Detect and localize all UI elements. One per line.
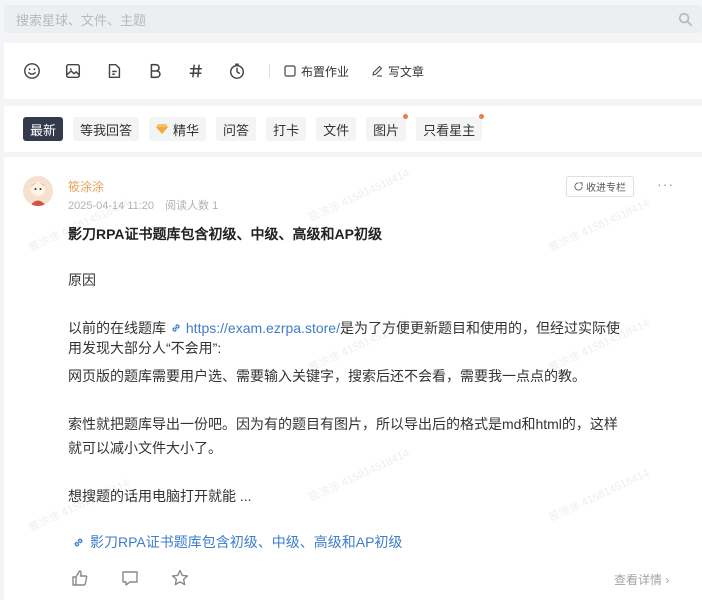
link-icon (74, 538, 83, 546)
post-composer-toolbar: 布置作业 写文章 (4, 43, 702, 99)
watermark: 筱涂涂 415814518414 (547, 197, 652, 255)
search-icon[interactable] (678, 12, 692, 26)
bold-icon[interactable] (145, 61, 165, 81)
pen-icon (372, 65, 383, 77)
toolbar-divider (269, 64, 270, 78)
post-paragraph: 网页版的题库需要用户选、需要输入关键字，搜索后还不会看，需要我一点点的教。 (68, 368, 586, 384)
exam-link[interactable]: https://exam.ezrpa.store/ (170, 320, 340, 336)
post-date: 2025-04-14 11:20 (68, 200, 155, 212)
link-icon (172, 324, 180, 332)
post-paragraph: 用发现大部分人“不会用”: (68, 340, 222, 356)
post-card: 筱涂涂 415814518414 筱涂涂 415814518414 筱涂涂 41… (4, 157, 702, 600)
gem-icon (156, 124, 169, 134)
collect-icon (574, 182, 583, 191)
post-paragraph: 以前的在线题库 https://exam.ezrpa.store/是为了方便更新… (68, 320, 620, 336)
collect-to-column-button[interactable]: 收进专栏 (566, 176, 634, 197)
new-dot (479, 114, 485, 119)
star-icon[interactable] (170, 568, 190, 588)
filter-tabs: 最新 等我回答 精华 问答 打卡 文件 图片 只看星主 (4, 106, 702, 152)
watermark: 筱涂涂 415814518414 (307, 167, 412, 225)
checkbox-icon (284, 65, 296, 77)
assign-homework-label: 布置作业 (301, 64, 350, 79)
emoji-icon[interactable] (22, 61, 42, 81)
search-bar[interactable]: 搜索星球、文件、主题 (4, 5, 702, 33)
post-title: 影刀RPA证书题库包含初级、中级、高级和AP初级 (68, 226, 382, 242)
avatar[interactable] (23, 176, 53, 206)
more-icon[interactable]: ··· (657, 176, 674, 192)
like-icon[interactable] (70, 568, 90, 588)
write-article-button[interactable]: 写文章 (371, 63, 424, 80)
clock-icon[interactable] (227, 61, 247, 81)
write-article-label: 写文章 (388, 64, 425, 79)
assign-homework-button[interactable]: 布置作业 (284, 63, 349, 80)
post-meta: 2025-04-14 11:20 阅读人数 1 (68, 197, 218, 213)
image-icon[interactable] (63, 61, 83, 81)
tab-await-answer[interactable]: 等我回答 (73, 117, 140, 141)
attachment-link[interactable]: 影刀RPA证书题库包含初级、中级、高级和AP初级 (72, 532, 402, 552)
post-paragraph: 原因 (68, 272, 96, 288)
tab-owner-only[interactable]: 只看星主 (416, 114, 485, 141)
read-count: 阅读人数 1 (165, 200, 219, 212)
tab-featured[interactable]: 精华 (149, 117, 207, 141)
tab-files[interactable]: 文件 (316, 117, 357, 141)
tab-qa[interactable]: 问答 (216, 117, 257, 141)
tab-checkin[interactable]: 打卡 (266, 117, 307, 141)
author-name[interactable]: 筱涂涂 (68, 178, 104, 195)
view-detail-link[interactable]: 查看详情 › (614, 571, 669, 588)
hashtag-icon[interactable] (186, 61, 206, 81)
search-placeholder: 搜索星球、文件、主题 (16, 12, 147, 28)
tab-latest[interactable]: 最新 (23, 117, 64, 141)
file-icon[interactable] (104, 61, 124, 81)
tab-images[interactable]: 图片 (366, 114, 409, 141)
post-actions (70, 568, 220, 588)
post-paragraph: 索性就把题库导出一份吧。因为有的题目有图片，所以导出后的格式是md和html的，… (68, 416, 618, 432)
post-paragraph: 就可以减小文件大小了。 (68, 440, 222, 456)
new-dot (403, 114, 409, 119)
post-paragraph: 想搜题的话用电脑打开就能 ... (68, 488, 252, 504)
comment-icon[interactable] (120, 568, 140, 588)
